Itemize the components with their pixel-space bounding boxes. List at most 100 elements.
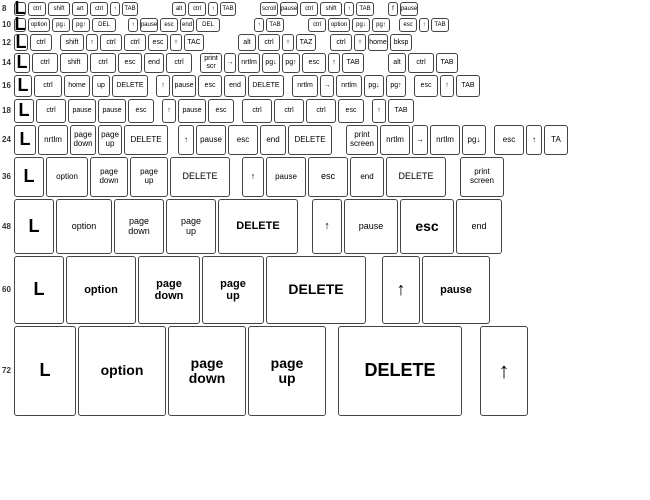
key-row18-0[interactable]: L [14,99,34,123]
key-row24-4[interactable]: DELETE [124,125,168,155]
key-row8-16[interactable]: shift [320,2,342,16]
key-row10-21[interactable]: ↑ [419,18,429,32]
key-row14-9[interactable]: → [224,53,236,73]
key-row48-9[interactable]: end [456,199,502,254]
key-row16-3[interactable]: up [92,75,110,97]
key-row14-14[interactable]: ↑ [328,53,340,73]
key-row14-2[interactable]: shift [60,53,88,73]
key-row10-8[interactable]: esc [160,18,178,32]
key-row48-8[interactable]: esc [400,199,454,254]
key-row18-12[interactable]: ctrl [306,99,336,123]
key-row14-12[interactable]: pg↑ [282,53,300,73]
key-row24-0[interactable]: L [14,125,36,155]
key-row8-1[interactable]: ctrl [28,2,46,16]
key-row24-19[interactable]: ↑ [526,125,542,155]
key-row36-9[interactable]: end [350,157,384,197]
key-row14-1[interactable]: ctrl [32,53,58,73]
key-row36-10[interactable]: DELETE [386,157,446,197]
key-row10-12[interactable]: ↑ [254,18,264,32]
key-row16-0[interactable]: L [14,75,32,97]
key-row12-16[interactable]: ctrl [330,34,352,51]
key-row10-4[interactable]: DEL [92,18,116,32]
key-row36-4[interactable]: DELETE [170,157,230,197]
key-row14-13[interactable]: esc [302,53,326,73]
key-row12-13[interactable]: ↑ [282,34,294,51]
key-row18-4[interactable]: esc [128,99,154,123]
key-row12-19[interactable]: bksp [390,34,412,51]
key-row24-1[interactable]: nrtlm [38,125,68,155]
key-row10-6[interactable]: ↑ [128,18,138,32]
key-row16-13[interactable]: → [320,75,334,97]
key-row60-6[interactable]: ↑ [382,256,420,324]
key-row8-10[interactable]: ↑ [208,2,218,16]
key-row16-16[interactable]: pg↑ [386,75,406,97]
key-row10-9[interactable]: end [180,18,194,32]
key-row8-11[interactable]: TAB [220,2,236,16]
key-row10-20[interactable]: esc [399,18,417,32]
key-row72-5[interactable]: DELETE [338,326,462,416]
key-row12-3[interactable]: shift [60,34,84,51]
key-row12-11[interactable]: alt [238,34,256,51]
key-row8-6[interactable]: TAB [122,2,138,16]
key-row24-16[interactable]: pg↓ [462,125,486,155]
key-row10-7[interactable]: pause [140,18,158,32]
key-row24-13[interactable]: nrtlm [380,125,410,155]
key-row12-5[interactable]: ctrl [100,34,122,51]
key-row10-17[interactable]: pg↓ [352,18,370,32]
key-row48-2[interactable]: pagedown [114,199,164,254]
key-row48-4[interactable]: DELETE [218,199,298,254]
key-row8-15[interactable]: ctrl [300,2,318,16]
key-row18-2[interactable]: pause [68,99,96,123]
key-row8-3[interactable]: art [72,2,88,16]
key-row24-20[interactable]: TA [544,125,568,155]
key-row16-4[interactable]: DELETE [112,75,148,97]
key-row36-6[interactable]: ↑ [242,157,264,197]
key-row60-4[interactable]: DELETE [266,256,366,324]
key-row16-18[interactable]: esc [414,75,438,97]
key-row48-3[interactable]: pageup [166,199,216,254]
key-row18-11[interactable]: ctrl [274,99,304,123]
key-row14-4[interactable]: esc [118,53,142,73]
key-row10-13[interactable]: TAB [266,18,284,32]
key-row24-8[interactable]: esc [228,125,258,155]
key-row8-18[interactable]: TAB [356,2,374,16]
key-row72-7[interactable]: ↑ [480,326,528,416]
key-row8-13[interactable]: scroll [260,2,278,16]
key-row16-9[interactable]: end [224,75,246,97]
key-row14-18[interactable]: ctrl [408,53,434,73]
key-row8-2[interactable]: shift [48,2,70,16]
key-row14-3[interactable]: ctrl [90,53,116,73]
key-row24-6[interactable]: ↑ [178,125,194,155]
key-row24-3[interactable]: pageup [98,125,122,155]
key-row10-0[interactable]: L [14,18,26,32]
key-row14-15[interactable]: TAB [342,53,364,73]
key-row12-9[interactable]: TAC [184,34,204,51]
key-row18-16[interactable]: TAB [388,99,414,123]
key-row10-3[interactable]: pg↑ [72,18,90,32]
key-row16-8[interactable]: esc [198,75,222,97]
key-row24-10[interactable]: DELETE [288,125,332,155]
key-row24-14[interactable]: → [412,125,428,155]
key-row18-6[interactable]: ↑ [162,99,176,123]
key-row16-20[interactable]: TAB [456,75,480,97]
key-row48-0[interactable]: L [14,199,54,254]
key-row12-14[interactable]: TAZ [296,34,316,51]
key-row10-16[interactable]: option [328,18,350,32]
key-row72-3[interactable]: pageup [248,326,326,416]
key-row14-11[interactable]: pg↓ [262,53,280,73]
key-row18-3[interactable]: pause [98,99,126,123]
key-row60-1[interactable]: option [66,256,136,324]
key-row10-15[interactable]: ctrl [308,18,326,32]
key-row72-2[interactable]: pagedown [168,326,246,416]
key-row60-2[interactable]: pagedown [138,256,200,324]
key-row24-12[interactable]: printscreen [346,125,378,155]
key-row16-14[interactable]: nrtlm [336,75,362,97]
key-row48-1[interactable]: option [56,199,112,254]
key-row18-13[interactable]: esc [338,99,364,123]
key-row24-2[interactable]: pagedown [70,125,96,155]
key-row12-6[interactable]: ctrl [124,34,146,51]
key-row8-5[interactable]: ↑ [110,2,120,16]
key-row12-17[interactable]: ↑ [354,34,366,51]
key-row8-14[interactable]: pause [280,2,298,16]
key-row18-1[interactable]: ctrl [36,99,66,123]
